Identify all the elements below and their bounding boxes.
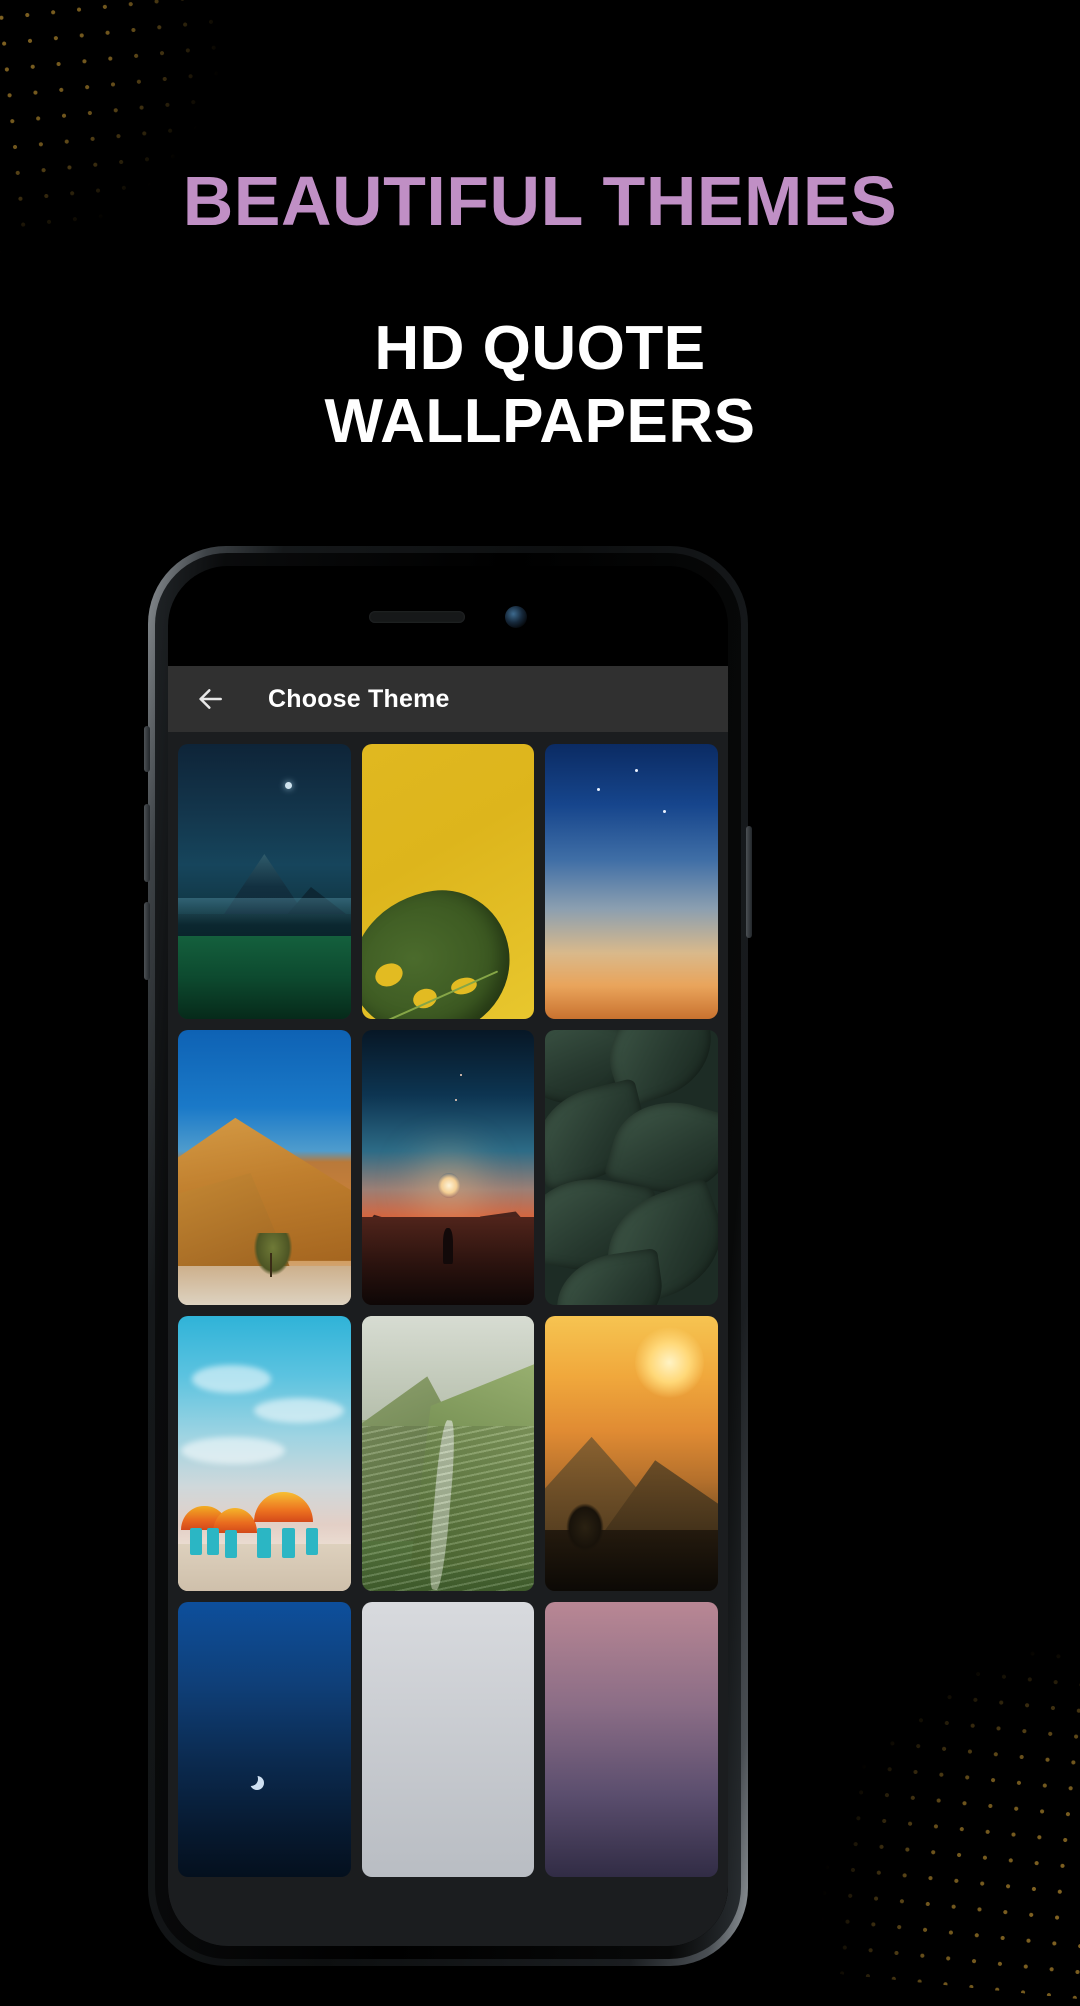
- page-subtitle-line-1: HD QUOTE: [374, 314, 706, 383]
- app-bar: Choose Theme: [168, 666, 728, 732]
- theme-grid: [168, 732, 728, 1946]
- app-screen: Choose Theme: [168, 666, 728, 1946]
- page-subtitle-line-2: WALLPAPERS: [324, 387, 756, 457]
- theme-thumbnail-desert-dune-tree[interactable]: [178, 1029, 351, 1305]
- theme-thumbnail-dark-green-leaves[interactable]: [545, 1029, 718, 1305]
- theme-thumbnail-blue-night-moon[interactable]: [178, 1601, 351, 1877]
- earpiece-speaker-icon: [369, 611, 465, 623]
- theme-thumbnail-blue-sky-warm-horizon[interactable]: [545, 744, 718, 1019]
- phone-volume-up-button: [144, 804, 150, 882]
- phone-power-button: [746, 826, 752, 938]
- theme-thumbnail-beach-umbrellas[interactable]: [178, 1315, 351, 1591]
- phone-volume-down-button: [144, 902, 150, 980]
- phone-mockup: Choose Theme: [144, 546, 752, 1966]
- theme-thumbnail-pink-purple-gradient[interactable]: [545, 1601, 718, 1877]
- phone-notch: [168, 604, 728, 630]
- phone-bezel: Choose Theme: [144, 553, 752, 1959]
- theme-thumbnail-sunset-silhouette[interactable]: [361, 1029, 535, 1305]
- page-title: BEAUTIFUL THEMES: [182, 162, 898, 240]
- page-subtitle: HD QUOTE WALLPAPERS: [0, 312, 1080, 458]
- phone-mute-switch: [144, 726, 150, 772]
- app-bar-title: Choose Theme: [268, 684, 450, 713]
- theme-thumbnail-night-mountain-grass[interactable]: [178, 744, 351, 1019]
- phone-screen: Choose Theme: [168, 566, 728, 1946]
- theme-thumbnail-terraced-green-hills[interactable]: [361, 1315, 535, 1591]
- arrow-left-icon[interactable]: [192, 681, 228, 717]
- front-camera-icon: [505, 606, 527, 628]
- theme-thumbnail-golden-sunrise-hills[interactable]: [545, 1315, 718, 1591]
- theme-thumbnail-light-grey-minimal[interactable]: [361, 1601, 535, 1877]
- theme-thumbnail-yellow-monstera-leaf[interactable]: [361, 744, 535, 1019]
